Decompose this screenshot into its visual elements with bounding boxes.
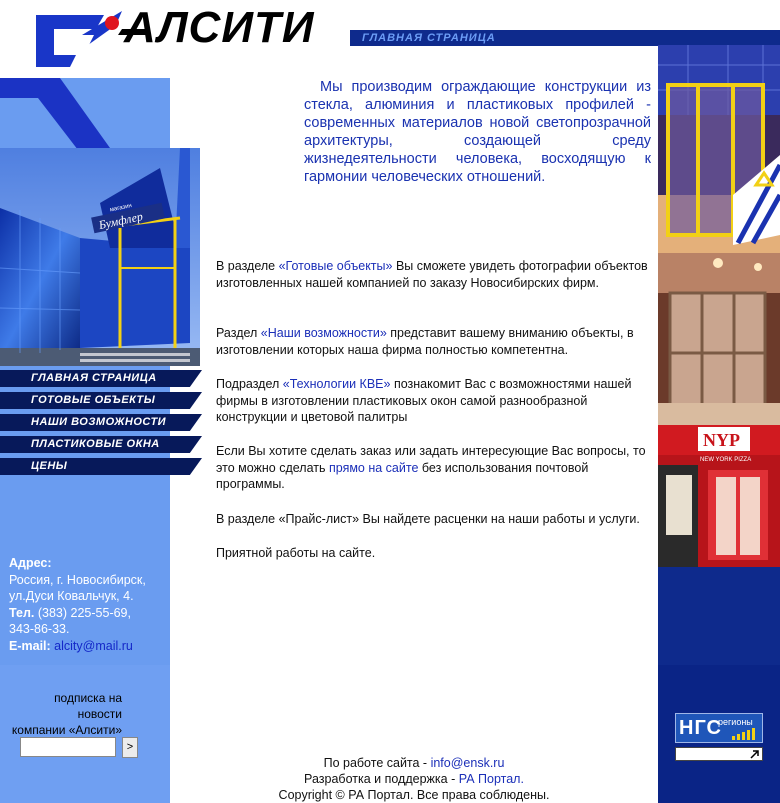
nav-item-home[interactable]: ГЛАВНАЯ СТРАНИЦА	[0, 370, 202, 387]
footer-developer-link[interactable]: РА Портал.	[459, 772, 524, 786]
ngs-counter[interactable]	[675, 747, 763, 761]
right-photo-glass-kiosk	[658, 45, 780, 253]
phone-label: Тел.	[9, 605, 35, 620]
phone-1: (383) 225-55-69,	[34, 605, 131, 620]
email-link[interactable]: alcity@mail.ru	[54, 639, 133, 653]
address-block: Адрес: Россия, г. Новосибирск, ул.Дуси К…	[9, 555, 164, 654]
right-photo-shop-front: NYP NEW YORK PIZZA	[658, 425, 780, 567]
nav-label: ЦЕНЫ	[31, 460, 68, 472]
paragraph-welcome: Приятной работы на сайте.	[216, 546, 376, 560]
ngs-sub: регионы	[718, 717, 753, 727]
subscription-text: подписка на новости компании «Алсити»	[2, 690, 122, 738]
paragraph-order: Если Вы хотите сделать заказ или задать …	[216, 443, 656, 493]
address-label: Адрес:	[9, 556, 52, 570]
ngs-regions-banner[interactable]: НГС регионы	[675, 713, 763, 743]
footer: По работе сайта - info@ensk.ru Разработк…	[170, 756, 658, 803]
building-photo: Бумфлер магазин	[0, 148, 200, 366]
subscription-line3: компании «Алсити»	[11, 723, 122, 737]
finished-objects-link[interactable]: «Готовые объекты»	[279, 259, 393, 273]
nav-label: ПЛАСТИКОВЫЕ ОКНА	[31, 438, 160, 450]
subscription-submit-button[interactable]: >	[122, 737, 138, 758]
paragraph-pricelist: В разделе «Прайс-лист» Вы найдете расцен…	[216, 512, 640, 526]
right-photo-glass-doors	[658, 253, 780, 425]
nav-item-plastic-windows[interactable]: ПЛАСТИКОВЫЕ ОКНА	[0, 436, 202, 453]
paragraph-text: Подраздел	[216, 377, 283, 391]
nav-label: ГЛАВНАЯ СТРАНИЦА	[31, 372, 157, 384]
paragraph-capabilities: Раздел «Наши возможности» представит ваш…	[216, 325, 656, 358]
arrow-icon	[750, 750, 759, 759]
address-line2: ул.Дуси Ковальчук, 4.	[9, 589, 134, 603]
ngs-bars-icon	[732, 728, 755, 740]
logo-text: АЛСИТИ	[124, 3, 315, 52]
capabilities-link[interactable]: «Наши возможности»	[261, 326, 387, 340]
nav-label: ГОТОВЫЕ ОБЪЕКТЫ	[31, 394, 156, 406]
nav-item-prices[interactable]: ЦЕНЫ	[0, 458, 202, 475]
paragraph-kve: Подраздел «Технологии КВЕ» познакомит Ва…	[216, 376, 656, 426]
nav-item-finished-objects[interactable]: ГОТОВЫЕ ОБЪЕКТЫ	[0, 392, 202, 409]
nav-label: НАШИ ВОЗМОЖНОСТИ	[31, 416, 167, 428]
order-online-link[interactable]: прямо на сайте	[329, 461, 418, 475]
paragraph-text: Раздел	[216, 326, 261, 340]
paragraph-text: В разделе	[216, 259, 279, 273]
address-line1: Россия, г. Новосибирск,	[9, 572, 146, 587]
subscription-email-input[interactable]	[20, 737, 116, 757]
kve-technologies-link[interactable]: «Технологии КВЕ»	[283, 377, 391, 391]
header-section-label: ГЛАВНАЯ СТРАНИЦА	[362, 32, 496, 44]
phone-2: 343-86-33.	[9, 622, 70, 636]
paragraph-finished-objects: В разделе «Готовые объекты» Вы сможете у…	[216, 258, 656, 291]
shop-sign-caption: NEW YORK PIZZA	[700, 457, 751, 463]
subscription-line2: новости	[77, 707, 122, 721]
intro-text: Мы производим ограждающие конструкции из…	[304, 79, 651, 185]
footer-text: По работе сайта -	[323, 756, 431, 770]
copyright: Copyright © РА Портал. Все права соблюде…	[278, 787, 550, 802]
footer-text: Разработка и поддержка -	[304, 771, 459, 786]
ngs-logo: НГС	[679, 717, 722, 739]
header-band: ГЛАВНАЯ СТРАНИЦА	[350, 30, 780, 46]
footer-email-link[interactable]: info@ensk.ru	[431, 756, 505, 770]
subscription-line1: подписка на	[54, 691, 122, 705]
email-label: E-mail:	[9, 638, 51, 653]
shop-sign-text: NYP	[703, 430, 740, 450]
nav-item-capabilities[interactable]: НАШИ ВОЗМОЖНОСТИ	[0, 414, 202, 431]
